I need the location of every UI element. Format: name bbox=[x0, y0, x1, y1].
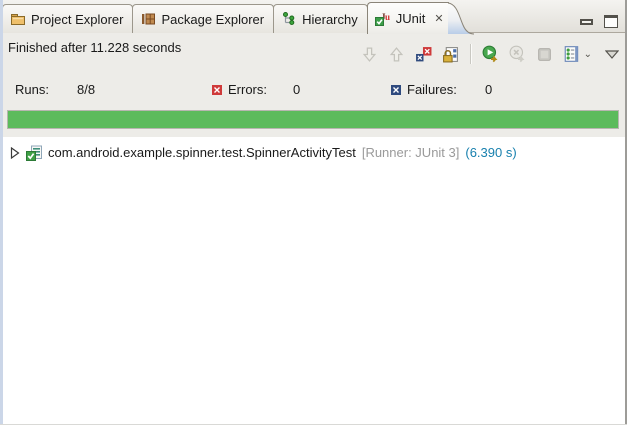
test-progress-bar bbox=[7, 110, 619, 129]
hierarchy-icon bbox=[281, 11, 297, 27]
junit-toolbar: ⌄ bbox=[358, 42, 622, 66]
failures-label: Failures: bbox=[407, 82, 457, 97]
rerun-failures-first-icon bbox=[509, 45, 527, 63]
tab-list: Project Explorer Package Explorer Hierar… bbox=[0, 0, 627, 33]
rerun-failures-first-button[interactable] bbox=[506, 42, 530, 66]
view-tab-strip: Project Explorer Package Explorer Hierar… bbox=[0, 0, 627, 33]
tab-junit[interactable]: J u JUnit ✕ bbox=[367, 2, 449, 34]
tab-label: Package Explorer bbox=[161, 12, 264, 27]
view-menu-icon[interactable] bbox=[605, 50, 619, 59]
error-icon bbox=[212, 85, 222, 95]
svg-text:u: u bbox=[385, 12, 390, 22]
test-run-history-icon bbox=[563, 45, 581, 63]
expand-arrow-icon[interactable] bbox=[10, 147, 20, 159]
minimize-icon[interactable] bbox=[580, 19, 593, 25]
active-tab-curve bbox=[448, 2, 474, 35]
next-failed-test-button[interactable] bbox=[358, 42, 382, 66]
test-results-area: com.android.example.spinner.test.Spinner… bbox=[3, 137, 625, 424]
maximize-icon[interactable] bbox=[604, 15, 618, 28]
progress-fill bbox=[8, 111, 618, 128]
view-left-border bbox=[0, 0, 3, 425]
arrow-up-icon bbox=[388, 46, 405, 63]
failures-value: 0 bbox=[485, 82, 492, 97]
junit-icon: J u bbox=[375, 11, 391, 27]
rerun-test-icon bbox=[482, 45, 500, 63]
history-dropdown-chevron-icon[interactable]: ⌄ bbox=[584, 49, 592, 60]
failures-only-icon bbox=[415, 46, 432, 63]
package-explorer-icon bbox=[140, 11, 156, 27]
tab-hierarchy[interactable]: Hierarchy bbox=[273, 4, 368, 33]
arrow-down-icon bbox=[361, 46, 378, 63]
test-elapsed-time: (6.390 s) bbox=[465, 145, 516, 160]
toolbar-separator bbox=[470, 44, 472, 64]
test-counters: Runs: 8/8 Errors: 0 Failures: 0 bbox=[0, 82, 627, 100]
runs-label: Runs: bbox=[15, 82, 49, 97]
tab-project-explorer[interactable]: Project Explorer bbox=[2, 4, 133, 33]
test-suite-ok-icon bbox=[26, 145, 42, 161]
stop-test-button[interactable] bbox=[533, 42, 557, 66]
tab-label: Hierarchy bbox=[302, 12, 358, 27]
scroll-lock-icon bbox=[442, 46, 459, 63]
tab-label: JUnit bbox=[396, 11, 426, 26]
project-explorer-icon bbox=[10, 11, 26, 27]
failure-icon bbox=[391, 85, 401, 95]
stop-icon bbox=[536, 46, 553, 63]
tab-label: Project Explorer bbox=[31, 12, 123, 27]
previous-failed-test-button[interactable] bbox=[385, 42, 409, 66]
runs-value: 8/8 bbox=[77, 82, 95, 97]
test-run-history-button[interactable] bbox=[560, 42, 584, 66]
errors-value: 0 bbox=[293, 82, 300, 97]
window-controls bbox=[580, 15, 618, 28]
test-suite-name: com.android.example.spinner.test.Spinner… bbox=[48, 145, 356, 160]
scroll-lock-button[interactable] bbox=[439, 42, 463, 66]
tab-package-explorer[interactable]: Package Explorer bbox=[132, 4, 274, 33]
show-failures-only-button[interactable] bbox=[412, 42, 436, 66]
test-runner-label: [Runner: JUnit 3] bbox=[362, 145, 460, 160]
rerun-test-button[interactable] bbox=[479, 42, 503, 66]
finished-status-text: Finished after 11.228 seconds bbox=[8, 40, 181, 55]
errors-label: Errors: bbox=[228, 82, 267, 97]
test-suite-row[interactable]: com.android.example.spinner.test.Spinner… bbox=[3, 142, 625, 163]
close-icon[interactable]: ✕ bbox=[433, 12, 444, 25]
